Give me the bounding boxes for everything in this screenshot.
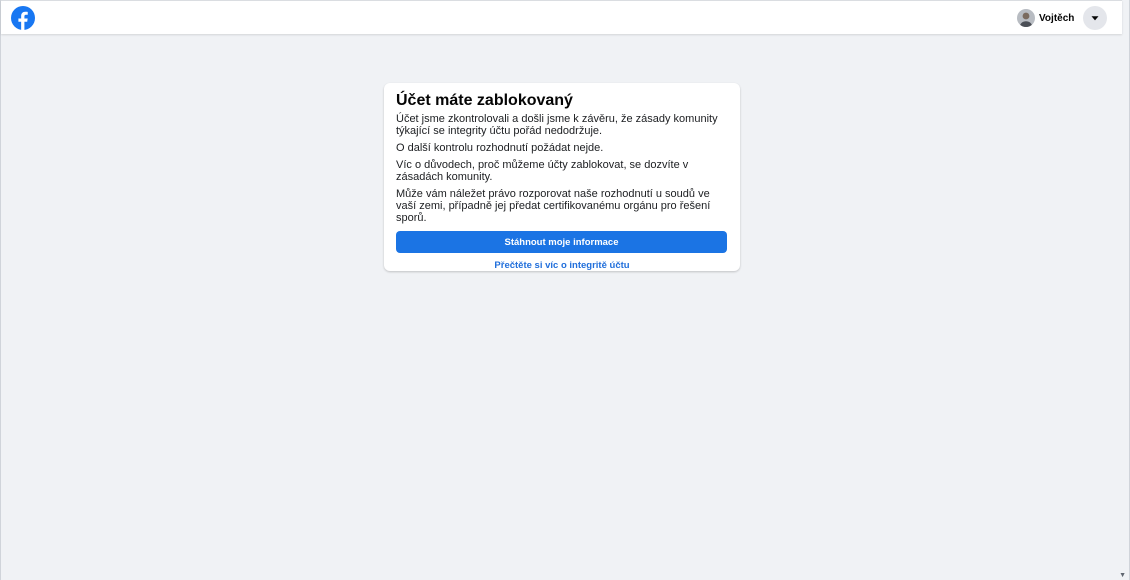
review-paragraph: Účet jsme zkontrolovali a došli jsme k z… [396, 113, 718, 137]
user-avatar [1017, 9, 1035, 27]
profile-button[interactable]: Vojtěch [1017, 9, 1074, 27]
reasons-paragraph: Víc o důvodech, proč můžeme účty zabloko… [396, 159, 689, 183]
facebook-logo-icon[interactable] [11, 6, 35, 30]
blocked-account-card: Účet máte zablokovaný Účet jsme zkontrol… [384, 83, 740, 271]
account-integrity-link[interactable]: Přečtěte si víc o integritě účtu [396, 260, 728, 271]
no-appeal-paragraph: O další kontrolu rozhodnutí požádat nejd… [396, 142, 604, 154]
top-navigation-bar: Vojtěch [1, 0, 1122, 34]
profile-name: Vojtěch [1039, 12, 1075, 24]
card-title: Účet máte zablokovaný [396, 92, 573, 109]
caret-down-icon [1091, 16, 1099, 21]
legal-rights-paragraph: Může vám náležet právo rozporovat naše r… [396, 188, 711, 224]
download-information-button[interactable]: Stáhnout moje informace [396, 231, 727, 253]
scroll-down-arrow-icon[interactable]: ▼ [1119, 572, 1126, 579]
page: Vojtěch Účet máte zablokovaný Účet jsme … [0, 0, 1130, 580]
account-menu-button[interactable] [1083, 6, 1107, 30]
